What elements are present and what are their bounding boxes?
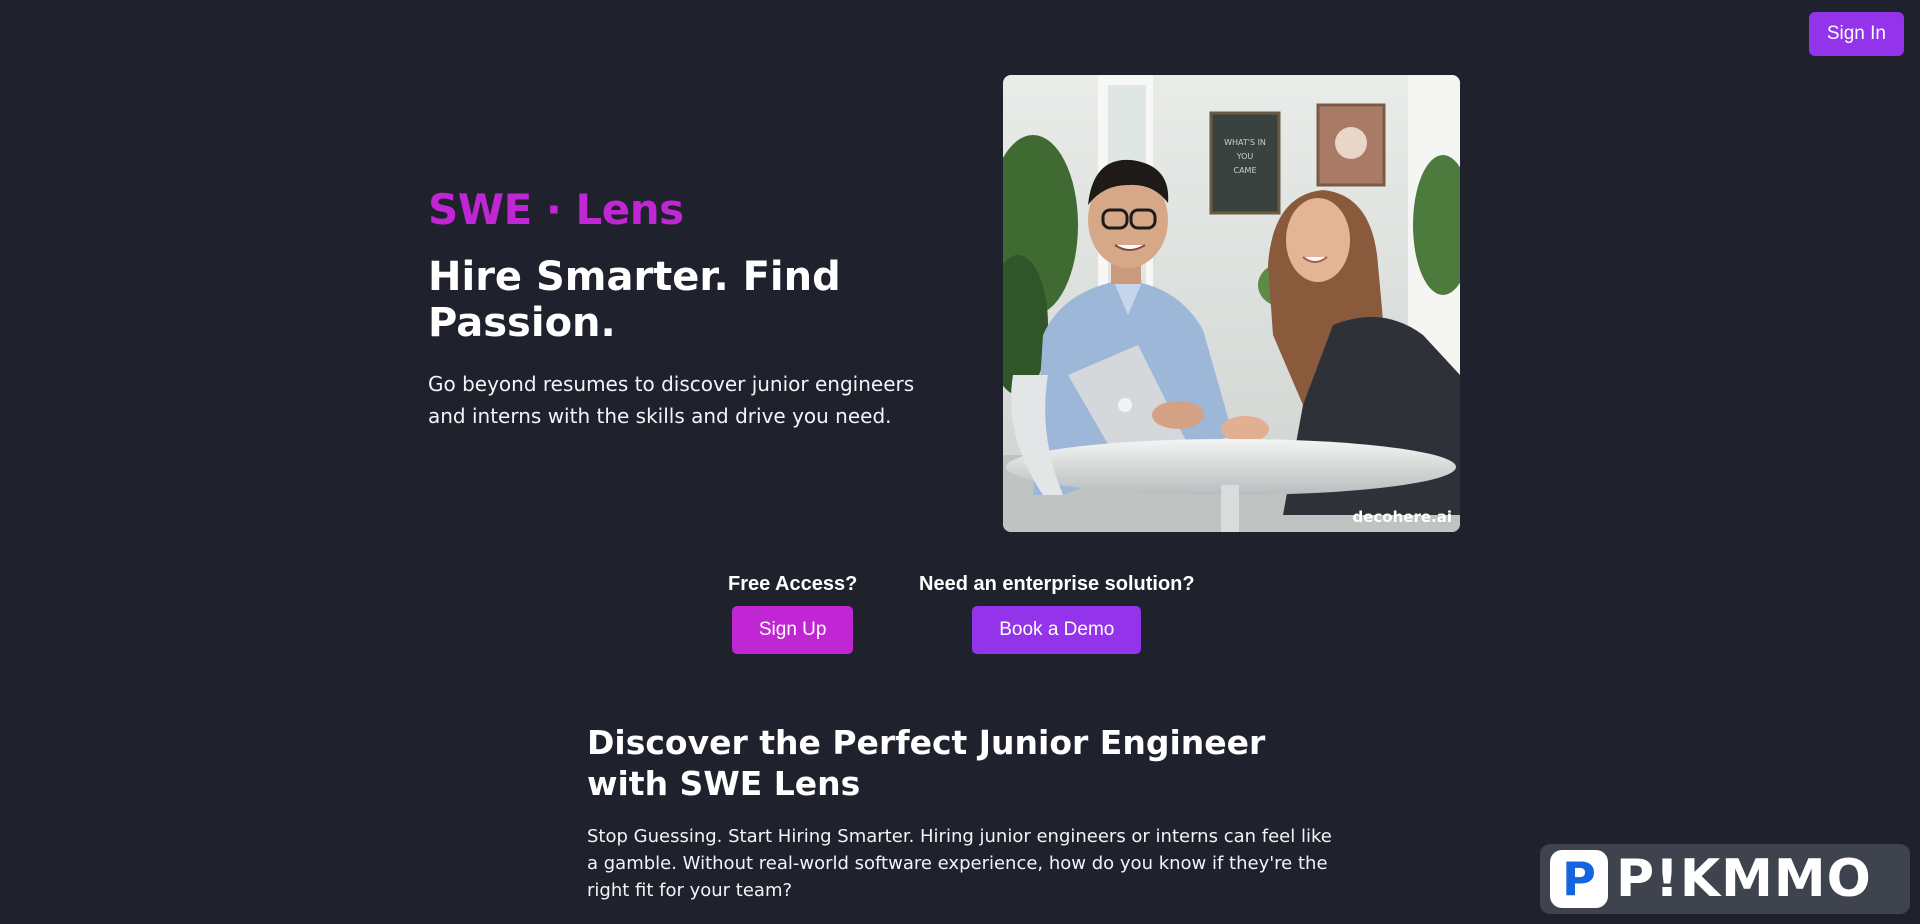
enterprise-label: Need an enterprise solution? bbox=[919, 573, 1195, 595]
sign-up-button[interactable]: Sign Up bbox=[731, 606, 854, 654]
section-body: Stop Guessing. Start Hiring Smarter. Hir… bbox=[587, 825, 1332, 901]
hero-image: WHAT'S IN YOU CAME decohere.ai bbox=[1003, 75, 1460, 532]
brand-name-right: Lens bbox=[575, 185, 685, 234]
free-access-label: Free Access? bbox=[728, 573, 858, 595]
poster-text: WHAT'S IN bbox=[1224, 138, 1266, 147]
corner-logo-word: P!KMMO bbox=[1616, 849, 1872, 909]
book-demo-button[interactable]: Book a Demo bbox=[972, 606, 1142, 654]
svg-text:CAME: CAME bbox=[1233, 166, 1256, 175]
free-access-group: Free Access? Sign Up bbox=[728, 573, 857, 654]
hero-subtitle: Go beyond resumes to discover junior eng… bbox=[428, 372, 915, 428]
section-title: Discover the Perfect Junior Engineer wit… bbox=[587, 723, 1266, 804]
p-logo-letter: P bbox=[1562, 852, 1596, 906]
enterprise-group: Need an enterprise solution? Book a Demo bbox=[919, 573, 1195, 654]
brand-name-left: SWE bbox=[428, 185, 532, 234]
corner-logo: P P!KMMO bbox=[1540, 844, 1910, 914]
p-logo-icon: P bbox=[1550, 850, 1608, 908]
sign-in-button[interactable]: Sign In bbox=[1808, 12, 1904, 56]
image-watermark: decohere.ai bbox=[1352, 508, 1453, 526]
hero-title: Hire Smarter. Find Passion. bbox=[428, 254, 841, 346]
brand-separator: · bbox=[545, 185, 562, 234]
interview-illustration: WHAT'S IN YOU CAME bbox=[1003, 75, 1460, 532]
hero-text: SWE · Lens Hire Smarter. Find Passion. G… bbox=[428, 185, 948, 432]
discover-section: Discover the Perfect Junior Engineer wit… bbox=[587, 722, 1347, 904]
svg-text:YOU: YOU bbox=[1236, 152, 1254, 161]
landing-page: Sign In SWE · Lens Hire Smarter. Find Pa… bbox=[0, 0, 1920, 924]
brand-logo: SWE · Lens bbox=[428, 185, 948, 234]
